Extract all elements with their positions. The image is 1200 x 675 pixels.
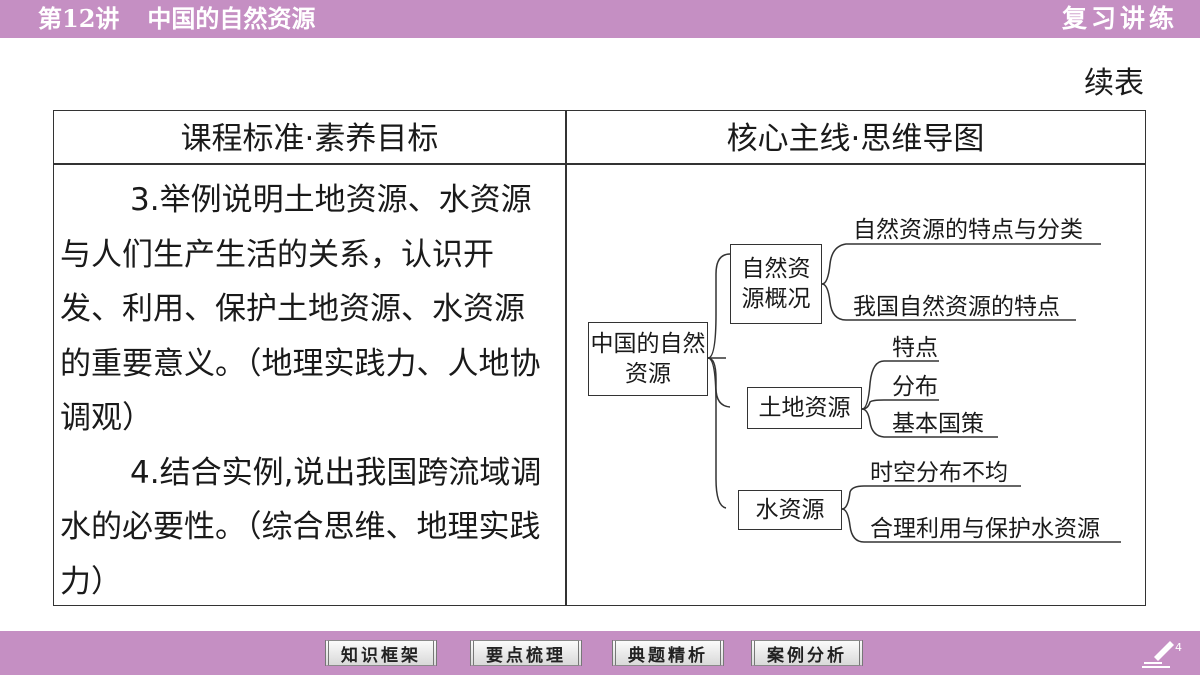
standards-text: 3.举例说明土地资源、水资源与人们生产生活的关系，认识开发、利用、保护土地资源、… xyxy=(60,173,554,609)
mindmap-leaf-land-distribution: 分布 xyxy=(892,374,938,400)
mindmap-leaf-china-features: 我国自然资源的特点 xyxy=(853,294,1060,320)
content-table: 课程标准·素养目标 核心主线·思维导图 3.举例说明土地资源、水资源与人们生产生… xyxy=(53,110,1146,606)
continued-label: 续表 xyxy=(1084,66,1144,101)
mind-map: 中国的自然资源 自然资源概况 土地资源 水资源 自然资源的特点与分类 我国自然资… xyxy=(566,164,1145,604)
mindmap-leaf-classification: 自然资源的特点与分类 xyxy=(853,217,1083,243)
lecture-number: 第12讲 xyxy=(38,4,120,33)
mindmap-branch-overview: 自然资源概况 xyxy=(730,244,822,324)
mindmap-root: 中国的自然资源 xyxy=(588,322,708,396)
mindmap-leaf-water-distribution: 时空分布不均 xyxy=(870,460,1008,486)
section-label: 复习讲练 xyxy=(1061,4,1178,33)
nav-button-key-points[interactable]: 要点梳理 xyxy=(470,640,582,666)
column-header-mindmap: 核心主线·思维导图 xyxy=(726,121,985,157)
footer-bar: 知识框架 要点梳理 典题精析 案例分析 4 xyxy=(0,631,1200,675)
nav-button-framework[interactable]: 知识框架 xyxy=(325,640,437,666)
mindmap-leaf-land-features: 特点 xyxy=(892,335,938,361)
mindmap-leaf-water-protection: 合理利用与保护水资源 xyxy=(870,516,1100,542)
nav-button-case-analysis[interactable]: 案例分析 xyxy=(751,640,863,666)
nav-button-examples[interactable]: 典题精析 xyxy=(612,640,724,666)
mindmap-branch-water: 水资源 xyxy=(738,490,842,530)
standard-item-4: 4.结合实例,说出我国跨流域调水的必要性。（综合思维、地理实践力） xyxy=(60,454,542,600)
mindmap-leaf-land-policy: 基本国策 xyxy=(892,411,984,437)
header-bar: 第12讲 中国的自然资源 复习讲练 xyxy=(0,0,1200,38)
page-pen-icon[interactable] xyxy=(1140,637,1180,669)
lecture-title: 第12讲 中国的自然资源 xyxy=(38,2,315,36)
column-header-standards: 课程标准·素养目标 xyxy=(180,121,439,157)
mindmap-branch-land: 土地资源 xyxy=(747,387,862,429)
standard-item-3: 3.举例说明土地资源、水资源与人们生产生活的关系，认识开发、利用、保护土地资源、… xyxy=(60,182,541,436)
page-number: 4 xyxy=(1175,641,1182,654)
lecture-name: 中国的自然资源 xyxy=(147,4,316,33)
